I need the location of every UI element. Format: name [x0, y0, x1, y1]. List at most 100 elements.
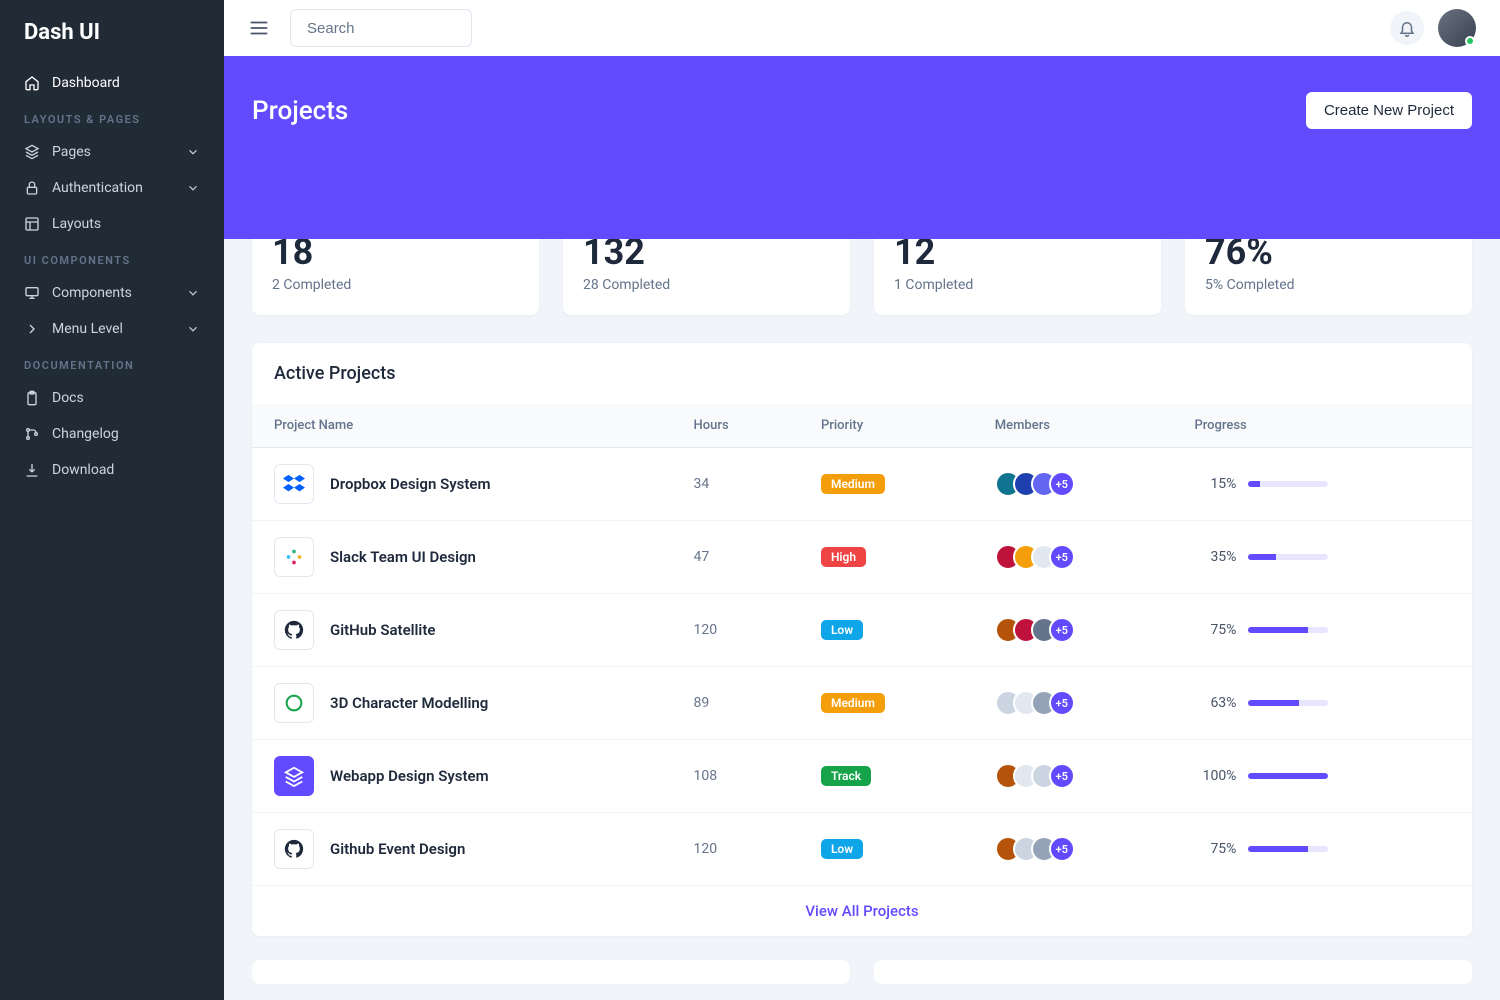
member-more-badge: +5 — [1049, 763, 1075, 789]
stat-subtext: 1 Completed — [894, 277, 1141, 293]
active-projects-card: Active Projects Project Name Hours Prior… — [252, 343, 1472, 936]
stat-subtext: 5% Completed — [1205, 277, 1452, 293]
progress-percent: 75% — [1194, 622, 1236, 638]
nav-layouts-label: Layouts — [52, 216, 101, 232]
project-icon — [274, 537, 314, 577]
col-name: Project Name — [252, 404, 672, 448]
notifications-button[interactable] — [1390, 11, 1424, 45]
nav-menu-level[interactable]: Menu Level — [0, 311, 224, 347]
download-icon — [24, 462, 40, 478]
table-title: Active Projects — [252, 343, 1472, 404]
nav-authentication[interactable]: Authentication — [0, 170, 224, 206]
col-hours: Hours — [672, 404, 799, 448]
project-members: +5 — [995, 544, 1151, 570]
progress-bar — [1248, 773, 1328, 779]
member-more-badge: +5 — [1049, 544, 1075, 570]
project-icon — [274, 756, 314, 796]
git-icon — [24, 426, 40, 442]
chevron-down-icon — [186, 181, 200, 195]
project-name: Slack Team UI Design — [330, 548, 476, 566]
corner-icon — [24, 321, 40, 337]
create-project-button[interactable]: Create New Project — [1306, 92, 1472, 129]
nav-pages[interactable]: Pages — [0, 134, 224, 170]
nav-components-label: Components — [52, 285, 132, 301]
nav-download-label: Download — [52, 462, 114, 478]
member-more-badge: +5 — [1049, 471, 1075, 497]
nav-components[interactable]: Components — [0, 275, 224, 311]
search-input[interactable] — [290, 9, 472, 47]
stat-subtext: 2 Completed — [272, 277, 519, 293]
nav-changelog[interactable]: Changelog — [0, 416, 224, 452]
project-hours: 108 — [694, 768, 718, 784]
member-more-badge: +5 — [1049, 690, 1075, 716]
priority-badge: Medium — [821, 693, 885, 713]
progress-percent: 100% — [1194, 768, 1236, 784]
layout-icon — [24, 216, 40, 232]
project-icon — [274, 829, 314, 869]
progress-percent: 75% — [1194, 841, 1236, 857]
table-row[interactable]: Dropbox Design System 34 Medium +5 15% — [252, 448, 1472, 521]
main-content: Projects Create New Project Projects 18 … — [224, 0, 1500, 1000]
home-icon — [24, 75, 40, 91]
clipboard-icon — [24, 390, 40, 406]
chevron-down-icon — [186, 322, 200, 336]
priority-badge: High — [821, 547, 866, 567]
project-name: Webapp Design System — [330, 767, 489, 785]
projects-table: Project Name Hours Priority Members Prog… — [252, 404, 1472, 886]
progress-bar — [1248, 627, 1328, 633]
nav-docs[interactable]: Docs — [0, 380, 224, 416]
progress-percent: 63% — [1194, 695, 1236, 711]
sidebar: Dash UI Dashboard LAYOUTS & PAGES Pages … — [0, 0, 224, 1000]
project-members: +5 — [995, 763, 1151, 789]
project-hours: 34 — [694, 476, 710, 492]
table-row[interactable]: Webapp Design System 108 Track +5 100% — [252, 740, 1472, 813]
priority-badge: Medium — [821, 474, 885, 494]
bottom-cards — [252, 960, 1472, 984]
bottom-card-left — [252, 960, 850, 984]
project-icon — [274, 464, 314, 504]
project-icon — [274, 610, 314, 650]
nav-download[interactable]: Download — [0, 452, 224, 488]
lock-icon — [24, 180, 40, 196]
col-priority: Priority — [799, 404, 973, 448]
table-row[interactable]: 3D Character Modelling 89 Medium +5 63% — [252, 667, 1472, 740]
nav-layouts[interactable]: Layouts — [0, 206, 224, 242]
stat-subtext: 28 Completed — [583, 277, 830, 293]
member-more-badge: +5 — [1049, 617, 1075, 643]
monitor-icon — [24, 285, 40, 301]
progress-percent: 15% — [1194, 476, 1236, 492]
priority-badge: Low — [821, 620, 863, 640]
project-members: +5 — [995, 471, 1151, 497]
page-hero: Projects Create New Project — [224, 56, 1500, 239]
chevron-down-icon — [186, 286, 200, 300]
page-title: Projects — [252, 96, 348, 126]
project-name: Dropbox Design System — [330, 475, 491, 493]
brand-title: Dash UI — [0, 0, 224, 65]
topbar — [224, 0, 1500, 56]
nav-dashboard[interactable]: Dashboard — [0, 65, 224, 101]
user-avatar[interactable] — [1438, 9, 1476, 47]
nav-dashboard-label: Dashboard — [52, 75, 120, 91]
nav-pages-label: Pages — [52, 144, 91, 160]
layers-icon — [24, 144, 40, 160]
hamburger-icon[interactable] — [248, 17, 270, 39]
bottom-card-right — [874, 960, 1472, 984]
project-hours: 120 — [694, 841, 718, 857]
table-row[interactable]: Github Event Design 120 Low +5 75% — [252, 813, 1472, 886]
chevron-down-icon — [186, 145, 200, 159]
project-name: Github Event Design — [330, 840, 465, 858]
nav-auth-label: Authentication — [52, 180, 143, 196]
progress-bar — [1248, 700, 1328, 706]
project-hours: 120 — [694, 622, 718, 638]
project-hours: 47 — [694, 549, 710, 565]
table-row[interactable]: GitHub Satellite 120 Low +5 75% — [252, 594, 1472, 667]
nav-section-ui: UI COMPONENTS — [0, 242, 224, 275]
nav-changelog-label: Changelog — [52, 426, 119, 442]
nav-section-docs: DOCUMENTATION — [0, 347, 224, 380]
table-row[interactable]: Slack Team UI Design 47 High +5 35% — [252, 521, 1472, 594]
nav-menulevel-label: Menu Level — [52, 321, 123, 337]
view-all-link[interactable]: View All Projects — [805, 902, 918, 920]
col-progress: Progress — [1172, 404, 1472, 448]
project-name: GitHub Satellite — [330, 621, 435, 639]
project-name: 3D Character Modelling — [330, 694, 488, 712]
